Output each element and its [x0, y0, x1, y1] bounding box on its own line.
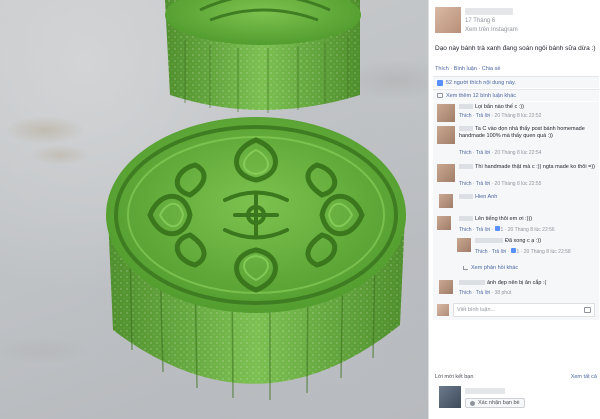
commenter-name[interactable] [459, 280, 485, 286]
comment-text: Lên tiếng thôi em ơi :))) [475, 216, 533, 222]
comment-time[interactable]: 20 Tháng 8 lúc 22:56 [508, 227, 555, 233]
comment-like-link[interactable]: Thích [459, 113, 472, 119]
post-caption: Dạo này bánh trà xanh đang soán ngôi bán… [435, 45, 596, 52]
friend-request-avatar[interactable] [439, 386, 461, 408]
comment-meta: Thích · Trả lời · 38 phút [459, 290, 512, 296]
camera-icon[interactable] [584, 307, 591, 313]
comment-reply-link[interactable]: Trả lời [476, 113, 490, 119]
comment-time[interactable]: 20 Tháng 8 lúc 22:54 [495, 150, 542, 156]
view-more-text: Xem thêm 12 bình luận khác [446, 92, 517, 99]
reply-like-count[interactable]: 1 [517, 249, 520, 255]
replier-avatar[interactable] [457, 238, 471, 252]
comment-time[interactable]: 38 phút [495, 290, 512, 296]
replier-name[interactable] [475, 238, 503, 244]
comment-meta: Thích · Trả lời · 20 Tháng 8 lúc 22:54 [459, 150, 542, 156]
comment-text: ảnh đẹp nên bị ăn cắp :( [487, 280, 547, 286]
back-mooncake [165, 0, 361, 113]
likes-text: 52 người thích nội dung này. [446, 79, 516, 86]
commenter-name[interactable] [459, 126, 473, 132]
comment-reply-link[interactable]: Trả lời [476, 150, 490, 156]
commenter-name[interactable] [459, 104, 473, 110]
mooncake-illustration [106, 0, 406, 400]
comment-reply-link[interactable]: Trả lời [476, 227, 490, 233]
reply-arrow-icon [463, 265, 468, 270]
reply-meta: Thích · Trả lời · 1 · 20 Tháng 8 lúc 22:… [475, 248, 571, 255]
comment-time[interactable]: 20 Tháng 8 lúc 22:55 [495, 181, 542, 187]
post-actions: Thích · Bình luận · Chia sẻ [435, 66, 501, 72]
thumbs-up-icon [494, 226, 500, 231]
commenter-name[interactable] [459, 164, 473, 170]
post-date[interactable]: 17 Tháng 6 [465, 18, 495, 24]
post-sidebar: 17 Tháng 6 Xem trên Instagram Dạo này bá… [428, 0, 600, 419]
author-avatar[interactable] [435, 7, 461, 33]
thumbs-up-icon [510, 248, 516, 253]
post-photo[interactable] [0, 0, 428, 419]
commenter-name[interactable] [459, 194, 473, 200]
thumbs-up-icon [437, 79, 443, 86]
view-more-comments[interactable]: Xem thêm 12 bình luận khác [433, 89, 599, 101]
like-action[interactable]: Thích [435, 66, 449, 72]
viewer-avatar [437, 304, 449, 316]
comment-input-placeholder: Viết bình luận... [457, 307, 496, 313]
comment-text: Ta C vào dọn nhà thấy post bánh homemade… [459, 126, 585, 139]
comment-input[interactable]: Viết bình luận... [453, 303, 595, 317]
comment-meta: Thích · Trả lời · 20 Tháng 8 lúc 22:55 [459, 181, 542, 187]
commenter-avatar[interactable] [439, 194, 453, 208]
comment-like-link[interactable]: Thích [459, 181, 472, 187]
comment-like-link[interactable]: Thích [459, 290, 472, 296]
front-mooncake [106, 117, 406, 400]
comment-reply-link[interactable]: Trả lời [476, 290, 490, 296]
comment-action[interactable]: Bình luận [454, 66, 477, 72]
add-friend-icon [470, 400, 475, 406]
comment-bubble-icon [437, 93, 443, 98]
comment-text: Thì handmade thật mà c :)) ngta made ko … [475, 164, 595, 170]
post-header: 17 Tháng 6 Xem trên Instagram [435, 7, 597, 35]
commenter-avatar[interactable] [439, 280, 453, 294]
friend-requests-title: Lời mời kết bạn [435, 374, 474, 380]
confirm-friend-button[interactable]: Xác nhận bạn bè [465, 398, 525, 408]
comment-like-count[interactable]: 1 [501, 227, 504, 233]
commenter-avatar[interactable] [437, 164, 455, 182]
commenter-avatar[interactable] [437, 126, 455, 144]
post-via-link[interactable]: Xem trên Instagram [465, 27, 518, 33]
author-name[interactable] [465, 8, 513, 15]
likes-summary[interactable]: 52 người thích nội dung này. [433, 76, 599, 88]
commenter-name[interactable] [459, 216, 473, 222]
comment-reply-link[interactable]: Trả lời [476, 181, 490, 187]
commenter-avatar[interactable] [437, 104, 455, 122]
comment-like-link[interactable]: Thích [459, 150, 472, 156]
reply-like-link[interactable]: Thích [475, 249, 488, 255]
friend-request-name[interactable] [465, 388, 505, 394]
comment-list: Lọi bẩn nào thế c :)) Thích · Trả lời · … [433, 102, 599, 320]
reply-reply-link[interactable]: Trả lời [492, 249, 506, 255]
comment-text: Lọi bẩn nào thế c :)) [475, 104, 524, 110]
commenter-tag[interactable]: Hien Anh [475, 194, 497, 200]
comment-time[interactable]: 20 Tháng 8 lúc 22:52 [495, 113, 542, 119]
comment-meta: Thích · Trả lời · 20 Tháng 8 lúc 22:52 [459, 113, 542, 119]
reply-text: Đã xong c ạ :)) [505, 238, 542, 244]
comment-composer: Viết bình luận... [433, 300, 599, 320]
comment-like-link[interactable]: Thích [459, 227, 472, 233]
see-all-link[interactable]: Xem tất cả [571, 374, 597, 380]
reply-time[interactable]: 20 Tháng 8 lúc 22:58 [524, 249, 571, 255]
comment-meta: Thích · Trả lời · 1 · 20 Tháng 8 lúc 22:… [459, 226, 555, 233]
share-action[interactable]: Chia sẻ [482, 66, 501, 72]
commenter-avatar[interactable] [437, 216, 451, 230]
view-replies-link[interactable]: Xem phản hồi khác [463, 265, 518, 271]
